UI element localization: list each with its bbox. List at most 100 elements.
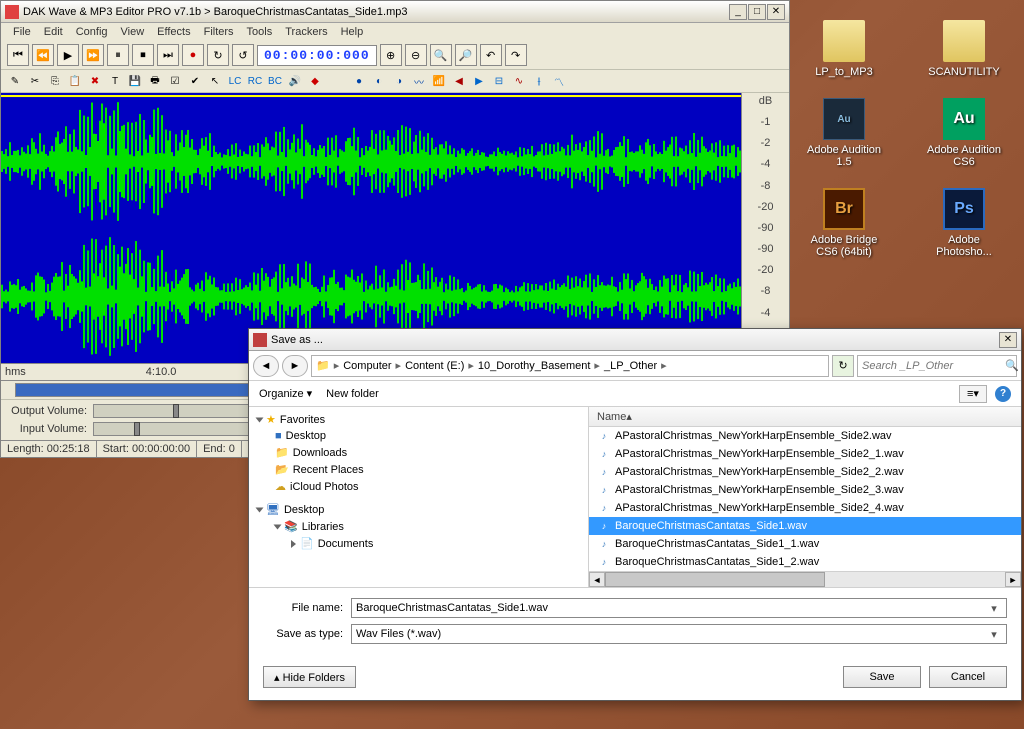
loop-end-button[interactable]: ↺ — [232, 44, 254, 66]
play-button[interactable]: ▶ — [57, 44, 79, 66]
tree-icloud[interactable]: ☁iCloud Photos — [257, 478, 580, 495]
record-button[interactable]: ● — [182, 44, 204, 66]
stop-button[interactable]: ⏹ — [132, 44, 154, 66]
rewind-button[interactable]: ⏪ — [32, 44, 54, 66]
hscroll-right[interactable]: ► — [1005, 572, 1021, 587]
skip-end-button[interactable]: ⏭ — [157, 44, 179, 66]
file-row[interactable]: ♪APastoralChristmas_NewYorkHarpEnsemble_… — [589, 445, 1021, 463]
tree-recent[interactable]: 📂Recent Places — [257, 461, 580, 478]
organize-menu[interactable]: Organize ▾ — [259, 387, 312, 400]
fade-l-icon[interactable]: ◀ — [451, 73, 467, 89]
rc-channel-button[interactable]: RC — [247, 73, 263, 89]
desktop-icon-adobe-photosho-[interactable]: PsAdobe Photosho... — [924, 188, 1004, 258]
desktop-icon-adobe-audition-1-5[interactable]: AuAdobe Audition 1.5 — [804, 98, 884, 168]
file-list[interactable]: ♪APastoralChristmas_NewYorkHarpEnsemble_… — [589, 427, 1021, 571]
prefs-icon[interactable]: ☑ — [167, 73, 183, 89]
skip-start-button[interactable]: ⏮ — [7, 44, 29, 66]
bc-computer[interactable]: Computer — [343, 360, 391, 372]
output-volume-l-slider[interactable] — [93, 404, 253, 418]
zoom-in-button[interactable]: ⊕ — [380, 44, 402, 66]
hscroll-left[interactable]: ◄ — [589, 572, 605, 587]
paste-icon[interactable]: 📋 — [67, 73, 83, 89]
zoom-sel-button[interactable]: 🔎 — [455, 44, 477, 66]
tree-desktop-root[interactable]: 🖥Desktop — [257, 501, 580, 518]
dialog-close-button[interactable]: ✕ — [999, 332, 1017, 348]
copy-icon[interactable]: ⎘ — [47, 73, 63, 89]
menu-filters[interactable]: Filters — [198, 25, 240, 39]
menu-config[interactable]: Config — [70, 25, 114, 39]
search-icon[interactable]: 🔍 — [1005, 359, 1019, 372]
desktop-icon-scanutility[interactable]: SCANUTILITY — [924, 20, 1004, 78]
loop-start-button[interactable]: ↻ — [207, 44, 229, 66]
chevron-down-icon[interactable]: ▾ — [986, 628, 1002, 641]
tree-desktop[interactable]: ■Desktop — [257, 428, 580, 444]
close-button[interactable]: ✕ — [767, 4, 785, 20]
desktop-icon-lp-to-mp3[interactable]: LP_to_MP3 — [804, 20, 884, 78]
nav-back-button[interactable]: ◄ — [253, 355, 279, 377]
undo-button[interactable]: ↶ — [480, 44, 502, 66]
file-name-combo[interactable]: ▾ — [351, 598, 1007, 618]
file-row[interactable]: ♪BaroqueChristmasCantatas_Side1_1.wav — [589, 535, 1021, 553]
file-hscrollbar[interactable]: ◄ ► — [589, 571, 1021, 587]
file-row[interactable]: ♪APastoralChristmas_NewYorkHarpEnsemble_… — [589, 481, 1021, 499]
menu-file[interactable]: File — [7, 25, 37, 39]
eq-icon[interactable]: 📶 — [431, 73, 447, 89]
dialog-titlebar[interactable]: Save as ... ✕ — [249, 329, 1021, 351]
print-icon[interactable]: 🖶 — [147, 73, 163, 89]
wave-icon[interactable]: 〰 — [411, 73, 427, 89]
trim-icon[interactable]: ⊟ — [491, 73, 507, 89]
search-box[interactable]: 🔍 — [857, 355, 1017, 377]
column-header-name[interactable]: Name ▴ — [589, 407, 1021, 427]
chevron-down-icon[interactable]: ▾ — [986, 602, 1002, 615]
hide-folders-button[interactable]: ▴ Hide Folders — [263, 666, 356, 688]
check-icon[interactable]: ✔ — [187, 73, 203, 89]
bc-channel-button[interactable]: BC — [267, 73, 283, 89]
menu-edit[interactable]: Edit — [38, 25, 69, 39]
titlebar[interactable]: DAK Wave & MP3 Editor PRO v7.1b > Baroqu… — [1, 1, 789, 23]
save-type-combo[interactable]: ▾ — [351, 624, 1007, 644]
peak-icon[interactable]: ∿ — [511, 73, 527, 89]
minimize-button[interactable]: _ — [729, 4, 747, 20]
pause-button[interactable]: ⏸ — [107, 44, 129, 66]
marker-icon[interactable]: ◆ — [307, 73, 323, 89]
menu-effects[interactable]: Effects — [151, 25, 196, 39]
speaker-icon[interactable]: 🔊 — [287, 73, 303, 89]
file-row[interactable]: ♪APastoralChristmas_NewYorkHarpEnsemble_… — [589, 463, 1021, 481]
zoom-fit-button[interactable]: 🔍 — [430, 44, 452, 66]
effect-1-icon[interactable]: ● — [351, 73, 367, 89]
fade-r-icon[interactable]: ▶ — [471, 73, 487, 89]
menu-view[interactable]: View — [115, 25, 151, 39]
save-icon[interactable]: 💾 — [127, 73, 143, 89]
analyze-icon[interactable]: 〽 — [551, 73, 567, 89]
waveform-left-channel[interactable] — [1, 93, 741, 228]
tree-libraries[interactable]: 📚Libraries — [257, 518, 580, 535]
desktop-icon-adobe-bridge-cs6-64bit-[interactable]: BrAdobe Bridge CS6 (64bit) — [804, 188, 884, 258]
tree-documents[interactable]: 📄Documents — [257, 535, 580, 552]
file-row[interactable]: ♪BaroqueChristmasCantatas_Side1.wav — [589, 517, 1021, 535]
desktop-icon-adobe-audition-cs6[interactable]: AuAdobe Audition CS6 — [924, 98, 1004, 168]
effect-2-icon[interactable]: ◐ — [371, 73, 387, 89]
tree-favorites[interactable]: ★Favorites — [257, 411, 580, 428]
menu-trackers[interactable]: Trackers — [279, 25, 333, 39]
file-row[interactable]: ♪BaroqueChristmasCantatas_Side1_2.wav — [589, 553, 1021, 571]
new-folder-button[interactable]: New folder — [326, 388, 379, 400]
delete-icon[interactable]: ✖ — [87, 73, 103, 89]
cursor-icon[interactable]: ↖ — [207, 73, 223, 89]
redo-button[interactable]: ↷ — [505, 44, 527, 66]
hscroll-thumb[interactable] — [605, 572, 825, 587]
breadcrumb[interactable]: 📁 ▸ Computer▸ Content (E:)▸ 10_Dorothy_B… — [311, 355, 829, 377]
file-row[interactable]: ♪APastoralChristmas_NewYorkHarpEnsemble_… — [589, 499, 1021, 517]
file-name-input[interactable] — [356, 602, 986, 614]
bc-current[interactable]: _LP_Other — [604, 360, 657, 372]
cancel-button[interactable]: Cancel — [929, 666, 1007, 688]
file-row[interactable]: ♪APastoralChristmas_NewYorkHarpEnsemble_… — [589, 427, 1021, 445]
bc-folder[interactable]: 10_Dorothy_Basement — [478, 360, 591, 372]
text-tool-icon[interactable]: T — [107, 73, 123, 89]
fast-forward-button[interactable]: ⏩ — [82, 44, 104, 66]
lc-channel-button[interactable]: LC — [227, 73, 243, 89]
search-input[interactable] — [862, 360, 1005, 372]
tree-downloads[interactable]: 📁Downloads — [257, 444, 580, 461]
nav-forward-button[interactable]: ► — [282, 355, 308, 377]
save-button[interactable]: Save — [843, 666, 921, 688]
view-mode-button[interactable]: ≡▾ — [959, 385, 987, 403]
